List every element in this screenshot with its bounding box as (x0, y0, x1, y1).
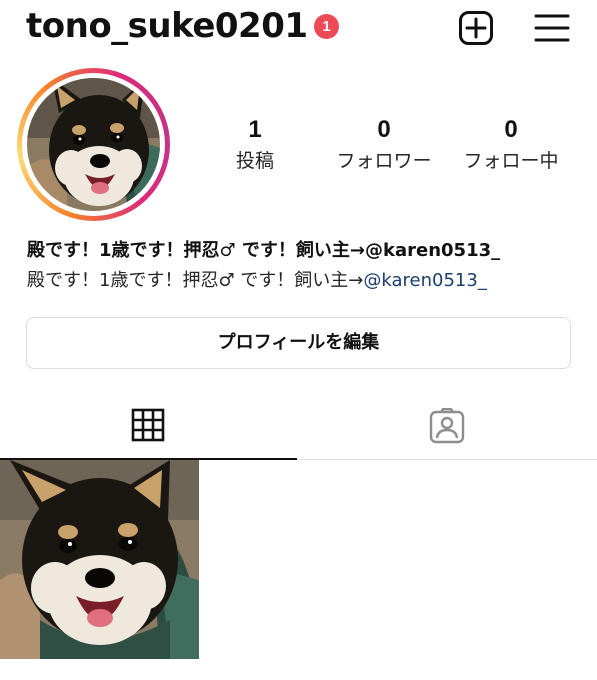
bio-mention-link[interactable]: @karen0513_ (363, 270, 486, 291)
tab-posts-grid[interactable] (0, 392, 297, 460)
followers-count-stat[interactable]: 0 フォロワー (326, 116, 442, 173)
following-label: フォロー中 (463, 150, 559, 172)
menu-button[interactable] (534, 10, 570, 46)
posts-count: 1 (248, 116, 262, 143)
add-post-button[interactable] (458, 10, 494, 46)
hamburger-menu-icon (534, 14, 570, 42)
plus-square-icon (459, 11, 493, 45)
tagged-person-icon (429, 408, 465, 444)
following-count: 0 (504, 116, 518, 143)
username-title[interactable]: tono_suke0201 (26, 6, 308, 46)
avatar (27, 78, 160, 211)
dog-photo-image (0, 460, 199, 659)
avatar-story-ring[interactable] (17, 68, 170, 221)
profile-page: tono_suke0201 1 1 投稿 0 フォロワー 0 フォロー中 殿です… (0, 0, 597, 680)
followers-label: フォロワー (336, 150, 432, 172)
followers-count: 0 (377, 116, 391, 143)
grid-icon (131, 408, 165, 442)
notification-badge[interactable]: 1 (314, 14, 339, 39)
profile-bio: 殿です！1歳です！押忍♂ です！飼い主→@karen0513_ (27, 266, 487, 292)
profile-name: 殿です！1歳です！押忍♂ です！飼い主→@karen0513_ (27, 240, 501, 261)
dog-avatar-image (27, 78, 160, 211)
following-count-stat[interactable]: 0 フォロー中 (455, 116, 567, 173)
header-bar: tono_suke0201 1 (0, 0, 597, 56)
posts-label: 投稿 (235, 150, 274, 172)
tab-tagged[interactable] (297, 392, 597, 460)
posts-count-stat[interactable]: 1 投稿 (220, 116, 290, 173)
edit-profile-button[interactable]: プロフィールを編集 (26, 317, 571, 369)
post-thumbnail[interactable] (0, 460, 199, 659)
bio-text: 殿です！1歳です！押忍♂ です！飼い主→ (27, 270, 364, 291)
